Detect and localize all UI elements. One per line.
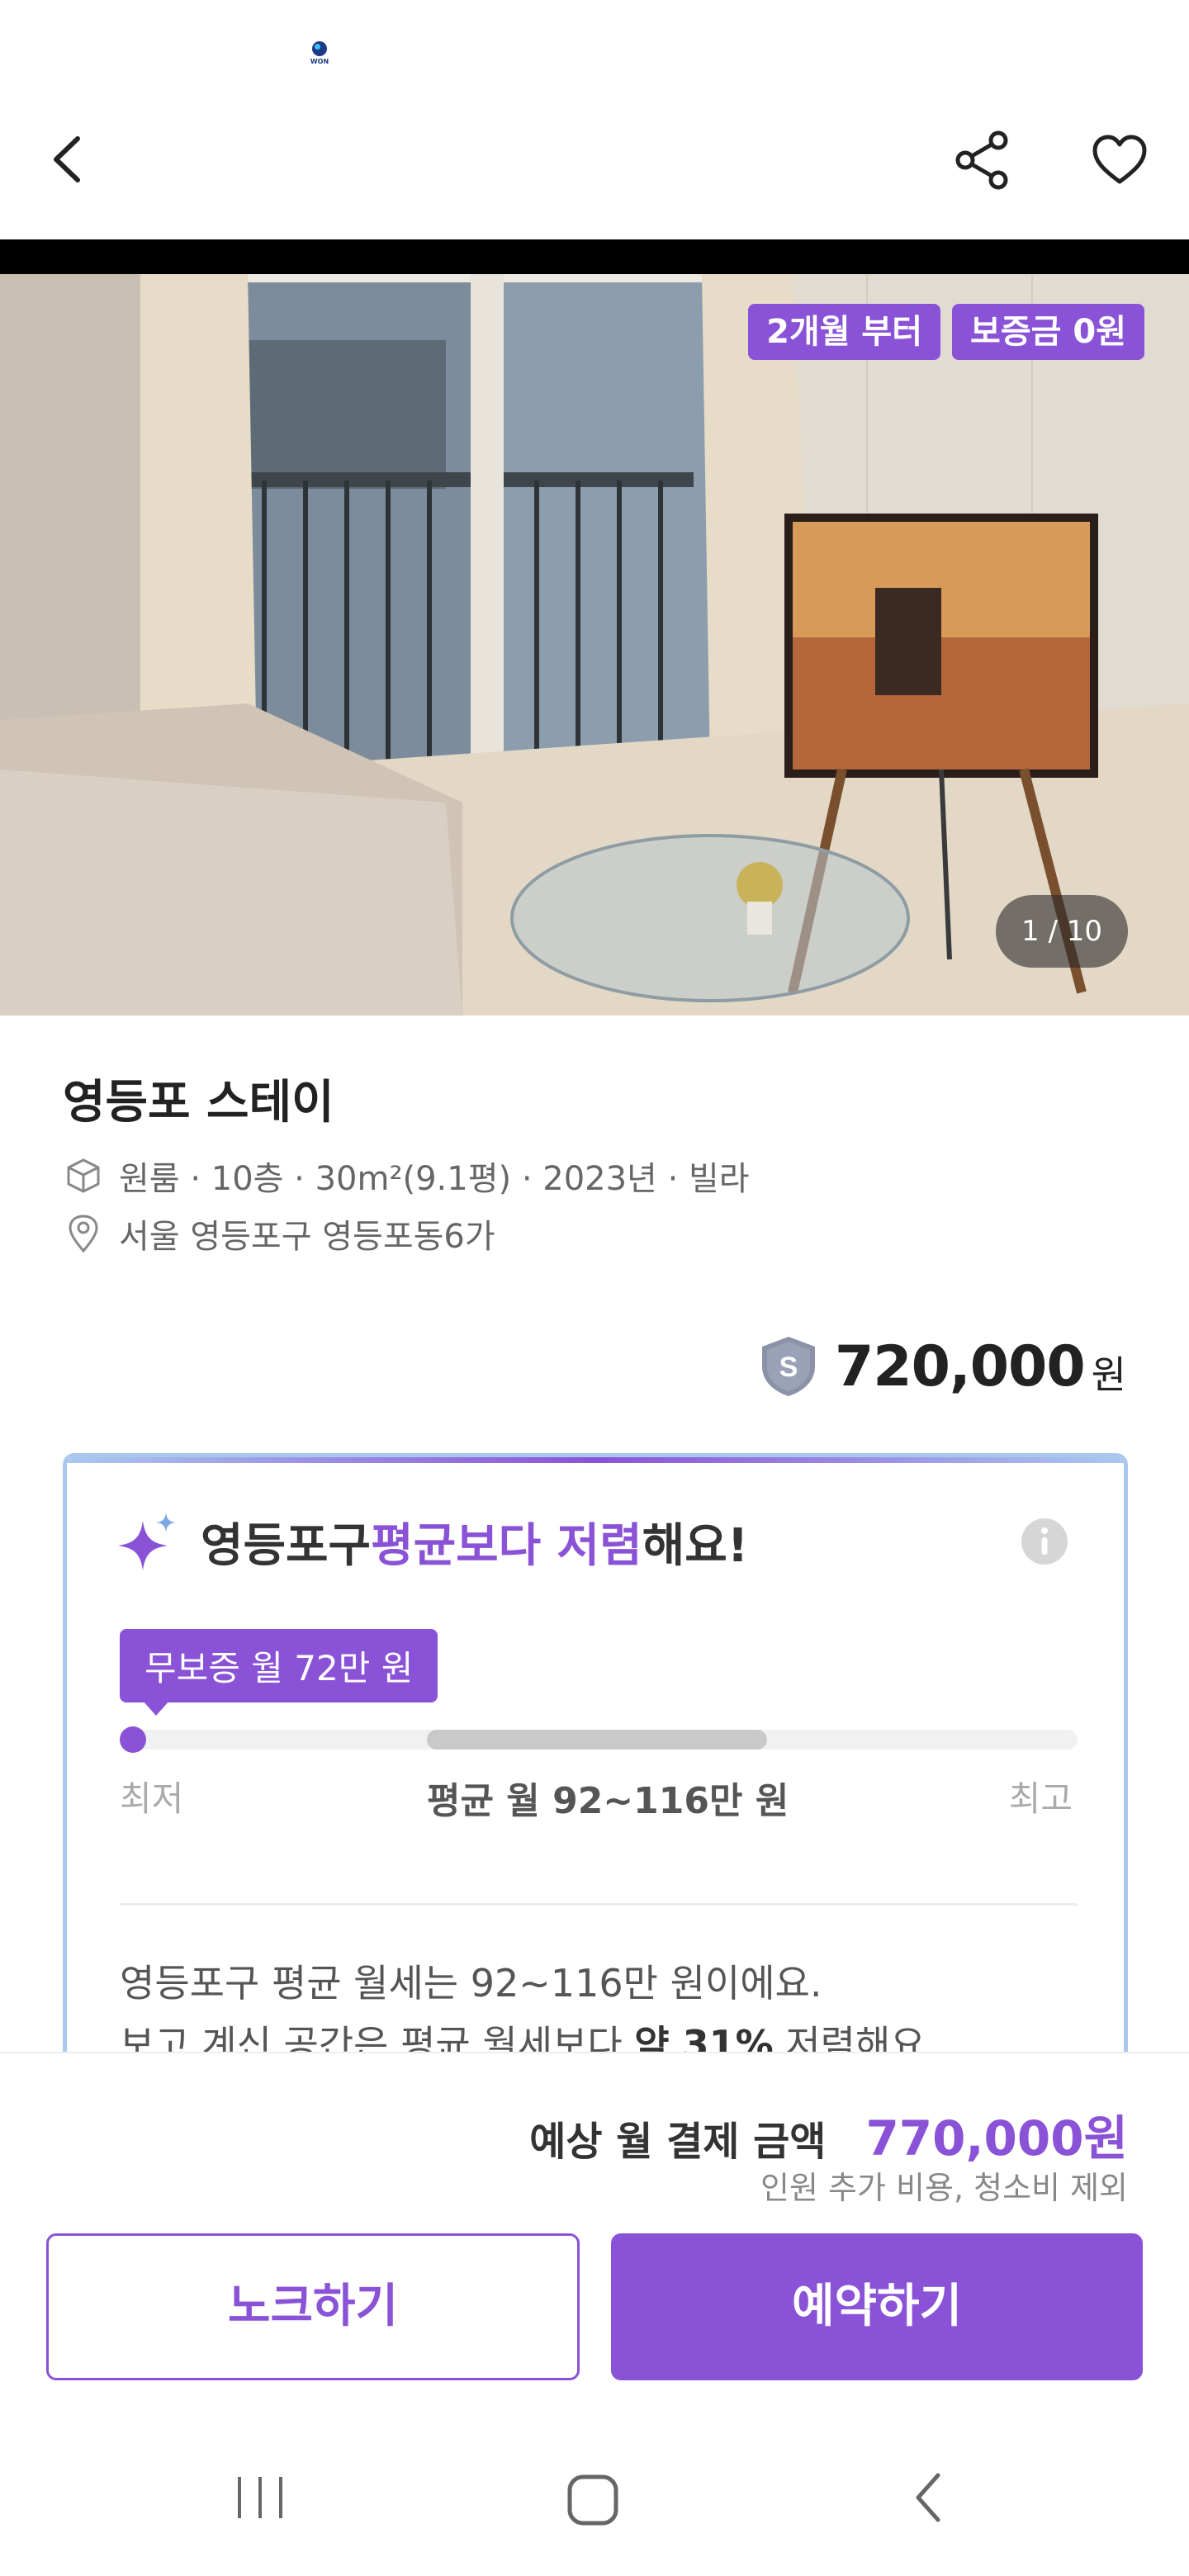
estimate-row: 예상 월 결제 금액 770,000원 [529,2100,1128,2169]
svg-text:S: S [779,1352,798,1383]
deposit-badge: 보증금 0원 [952,304,1144,360]
spec-row: 원룸 · 10층 · 30m²(9.1평) · 2023년 · 빌라 [63,1152,750,1200]
badge-group: 2개월 부터 보증금 0원 [748,304,1144,360]
price-comparison-card: 영등포구 평균보다 저렴 해요! 무보증 월 72만 원 최저 평균 월 92~1… [63,1453,1128,2081]
heading-highlight: 평균보다 저렴 [371,1519,642,1573]
sparkle-icon [118,1512,176,1570]
app-logo: WON [307,41,332,73]
min-stay-badge: 2개월 부터 [748,304,941,360]
divider [120,1903,1078,1906]
address-text: 서울 영등포구 영등포동6가 [119,1218,495,1256]
monthly-price: 720,000 [834,1333,1086,1399]
room-photo[interactable]: 2개월 부터 보증금 0원 1 / 10 [0,274,1189,1016]
description-line-1: 영등포구 평균 월세는 92~116만 원이에요. [120,1961,822,2005]
estimate-label: 예상 월 결제 금액 [529,2119,827,2165]
favorite-button[interactable] [1090,130,1149,190]
info-icon[interactable] [1020,1517,1069,1566]
app-logo-text: WON [310,58,329,65]
estimate-note: 인원 추가 비용, 청소비 제외 [760,2170,1128,2206]
spec-text: 원룸 · 10층 · 30m²(9.1평) · 2023년 · 빌라 [119,1160,750,1198]
system-navigation-bar [0,2452,1189,2543]
price-range-track [120,1726,1078,1753]
listing-title: 영등포 스테이 [63,1076,334,1129]
cube-icon [67,1158,100,1193]
heart-icon [1092,135,1147,184]
price-unit: 원 [1091,1352,1126,1397]
share-icon [955,130,1008,190]
estimate-value: 770,000원 [865,2110,1128,2166]
comparison-heading: 영등포구 평균보다 저렴 해요! [118,1508,748,1575]
reserve-button[interactable]: 예약하기 [611,2233,1143,2380]
knock-button[interactable]: 노크하기 [46,2233,580,2380]
shield-s-icon: S [761,1337,815,1396]
share-button[interactable] [954,130,1013,190]
top-app-bar [0,116,1189,239]
address-row: 서울 영등포구 영등포동6가 [63,1210,495,1257]
chevron-left-icon [54,136,80,182]
heading-suffix: 해요! [642,1519,749,1573]
range-min-label: 최저 [120,1778,184,1819]
system-back-icon[interactable] [900,2469,958,2526]
range-max-label: 최고 [1008,1778,1073,1819]
home-icon[interactable] [561,2469,624,2531]
heading-region: 영등포구 [201,1519,372,1573]
recents-icon[interactable] [231,2469,289,2526]
average-range-bar [427,1730,767,1750]
photo-counter: 1 / 10 [996,895,1128,968]
price-block: S 720,000 원 [756,1333,1126,1399]
location-pin-icon [69,1215,98,1253]
current-price-tooltip: 무보증 월 72만 원 [120,1629,438,1716]
photo-gallery[interactable]: 2개월 부터 보증금 0원 1 / 10 [0,239,1189,1016]
current-price-marker [120,1726,146,1753]
range-average-label: 평균 월 92~116만 원 [427,1780,789,1822]
back-button[interactable] [41,130,99,188]
